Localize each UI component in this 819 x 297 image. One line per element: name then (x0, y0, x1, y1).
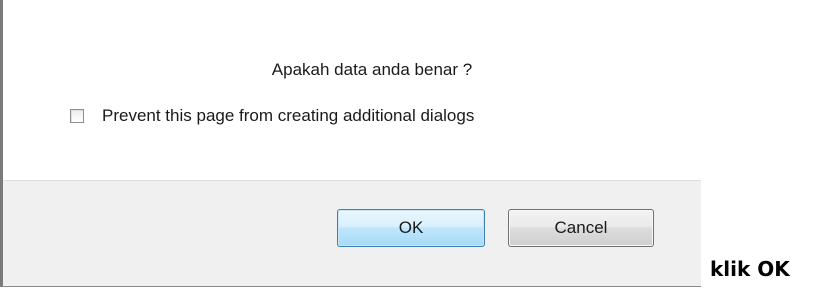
page: Apakah data anda benar ? Prevent this pa… (0, 0, 819, 297)
instruction-caption: klik OK (710, 257, 790, 281)
prevent-dialogs-label[interactable]: Prevent this page from creating addition… (102, 106, 474, 126)
ok-button[interactable]: OK (337, 209, 485, 247)
prevent-dialogs-row[interactable]: Prevent this page from creating addition… (70, 104, 474, 128)
prevent-dialogs-checkbox[interactable] (70, 109, 84, 123)
dialog-body: Apakah data anda benar ? Prevent this pa… (3, 0, 701, 180)
cancel-button[interactable]: Cancel (508, 209, 654, 247)
dialog-footer: OK Cancel (3, 180, 701, 286)
confirm-dialog: Apakah data anda benar ? Prevent this pa… (0, 0, 701, 287)
dialog-message: Apakah data anda benar ? (271, 60, 473, 79)
